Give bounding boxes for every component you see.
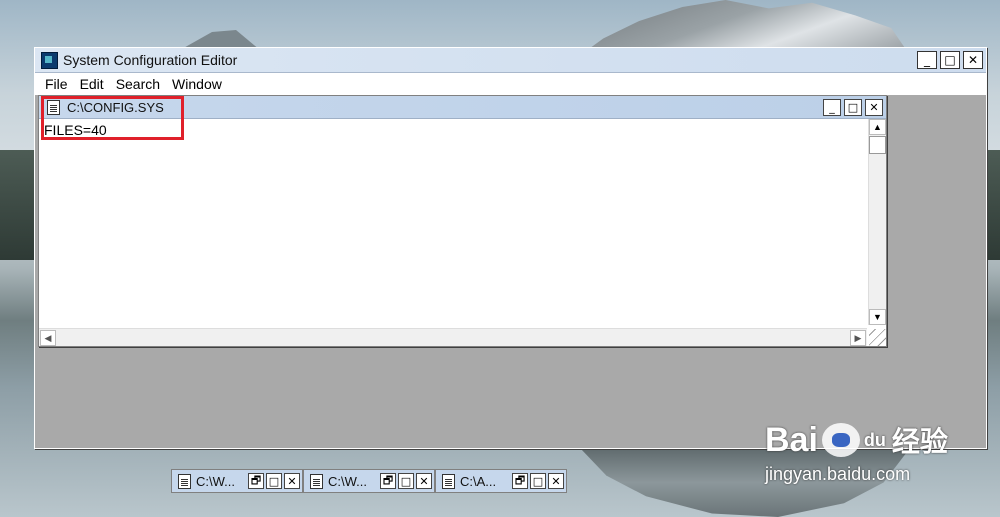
vertical-scrollbar[interactable]: ▲ ▼ <box>868 119 886 325</box>
document-maximize-button[interactable]: □ <box>844 98 862 116</box>
restore-button[interactable]: 🗗 <box>380 473 396 489</box>
watermark-url: jingyan.baidu.com <box>765 464 911 484</box>
document-icon <box>442 473 455 489</box>
paw-icon <box>821 423 860 457</box>
main-titlebar[interactable]: System Configuration Editor _ □ ✕ <box>35 48 986 73</box>
document-icon[interactable] <box>47 99 60 115</box>
resize-grip-icon[interactable] <box>869 329 886 346</box>
scroll-down-icon[interactable]: ▼ <box>869 309 886 325</box>
close-button[interactable]: ✕ <box>284 473 300 489</box>
document-icon <box>178 473 191 489</box>
close-button[interactable]: ✕ <box>548 473 564 489</box>
menu-window[interactable]: Window <box>172 76 222 92</box>
window-title: System Configuration Editor <box>63 52 238 68</box>
minimized-document-2[interactable]: C:\W... 🗗 □ ✕ <box>303 469 435 493</box>
app-icon[interactable] <box>41 51 58 69</box>
minimized-document-3[interactable]: C:\A... 🗗 □ ✕ <box>435 469 567 493</box>
minimized-title: C:\W... <box>328 473 367 489</box>
document-window-config-sys: C:\CONFIG.SYS _ □ ✕ FILES=40 ▲ ▼ ◀ ▶ <box>38 95 887 347</box>
scroll-up-icon[interactable]: ▲ <box>869 119 886 135</box>
minimized-document-1[interactable]: C:\W... 🗗 □ ✕ <box>171 469 303 493</box>
document-minimize-button[interactable]: _ <box>823 98 841 116</box>
watermark-brand: Bai <box>765 420 818 459</box>
maximize-button[interactable]: □ <box>940 51 960 69</box>
document-close-button[interactable]: ✕ <box>865 98 883 116</box>
minimized-title: C:\A... <box>460 473 497 489</box>
scroll-right-icon[interactable]: ▶ <box>850 330 866 346</box>
horizontal-scrollbar[interactable]: ◀ ▶ <box>39 328 867 346</box>
minimize-button[interactable]: _ <box>917 51 937 69</box>
watermark-cn: 经验 <box>891 426 948 457</box>
document-icon <box>310 473 323 489</box>
watermark-logo: Bai du 经验 <box>765 420 948 460</box>
menubar: File Edit Search Window <box>35 73 986 96</box>
desktop-trees-left <box>0 150 36 260</box>
document-title: C:\CONFIG.SYS <box>67 99 164 115</box>
restore-button[interactable]: 🗗 <box>248 473 264 489</box>
text-editor[interactable]: FILES=40 <box>39 119 867 325</box>
maximize-button[interactable]: □ <box>530 473 546 489</box>
scroll-thumb[interactable] <box>869 136 886 154</box>
mdi-workspace: C:\CONFIG.SYS _ □ ✕ FILES=40 ▲ ▼ ◀ ▶ C:\… <box>35 95 986 493</box>
watermark-brand2: du <box>863 429 886 450</box>
document-titlebar[interactable]: C:\CONFIG.SYS _ □ ✕ <box>39 96 886 119</box>
close-button[interactable]: ✕ <box>416 473 432 489</box>
menu-edit[interactable]: Edit <box>80 76 104 92</box>
maximize-button[interactable]: □ <box>398 473 414 489</box>
close-button[interactable]: ✕ <box>963 51 983 69</box>
menu-file[interactable]: File <box>45 76 68 92</box>
scroll-left-icon[interactable]: ◀ <box>40 330 56 346</box>
maximize-button[interactable]: □ <box>266 473 282 489</box>
restore-button[interactable]: 🗗 <box>512 473 528 489</box>
minimized-title: C:\W... <box>196 473 235 489</box>
menu-search[interactable]: Search <box>116 76 160 92</box>
baidu-watermark: Bai du 经验 jingyan.baidu.com <box>765 420 948 485</box>
main-window: System Configuration Editor _ □ ✕ File E… <box>34 47 987 493</box>
